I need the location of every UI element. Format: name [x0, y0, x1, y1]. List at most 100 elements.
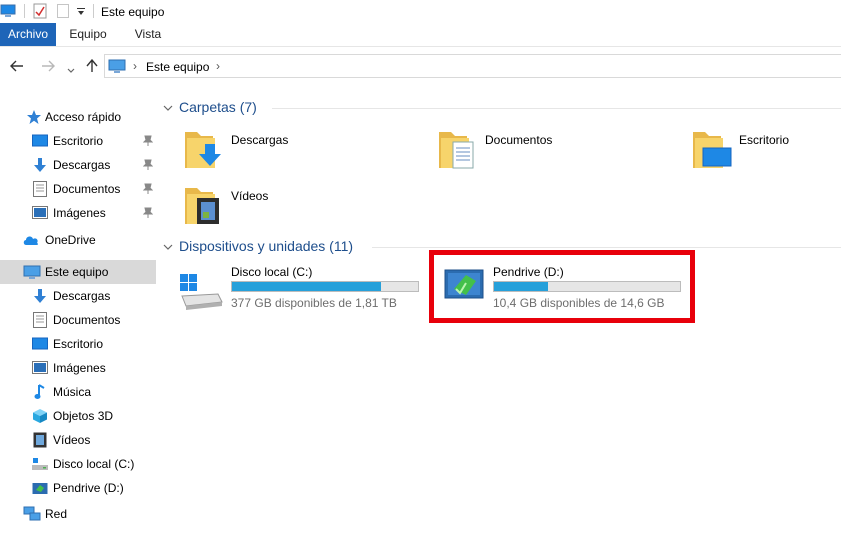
- sidebar-item-imagenes-pinned[interactable]: Imágenes: [0, 201, 156, 225]
- sidebar-item-label: Música: [53, 385, 92, 399]
- sidebar-item-label: Vídeos: [53, 433, 91, 447]
- sidebar-item-label: Pendrive (D:): [53, 481, 124, 495]
- sidebar-item-videos[interactable]: Vídeos: [0, 428, 156, 452]
- videos-folder-icon: [183, 182, 225, 229]
- breadcrumb-chevron-icon[interactable]: ›: [216, 59, 220, 73]
- sidebar-item-label: Descargas: [53, 289, 111, 303]
- folder-tile-documentos[interactable]: Documentos: [437, 124, 677, 174]
- sidebar-item-onedrive[interactable]: OneDrive: [0, 228, 156, 252]
- usb-drive-icon: [444, 265, 484, 304]
- sidebar-item-objetos-3d[interactable]: Objetos 3D: [0, 404, 156, 428]
- pin-icon[interactable]: [142, 159, 154, 171]
- usb-drive-icon: [32, 481, 48, 497]
- folder-tile-videos[interactable]: Vídeos: [183, 180, 423, 230]
- drive-usage-bar: [493, 281, 681, 292]
- up-arrow-icon[interactable]: [86, 58, 98, 76]
- computer-icon: [108, 59, 126, 76]
- drive-label: Disco local (C:): [231, 265, 313, 279]
- back-arrow-icon[interactable]: [10, 60, 24, 75]
- breadcrumb-este-equipo[interactable]: Este equipo: [146, 60, 209, 74]
- recent-locations-chevron-icon[interactable]: [67, 63, 75, 77]
- video-film-icon: [33, 432, 49, 448]
- desktop-icon: [32, 337, 48, 353]
- devices-group-title: Dispositivos y unidades (11): [179, 238, 354, 254]
- computer-icon[interactable]: [0, 4, 16, 21]
- sidebar-item-descargas[interactable]: Descargas: [0, 284, 156, 308]
- sidebar-item-label: OneDrive: [45, 233, 96, 247]
- download-arrow-icon: [32, 157, 48, 173]
- forward-arrow-icon[interactable]: [41, 60, 55, 75]
- sidebar-item-documentos-pinned[interactable]: Documentos: [0, 177, 156, 201]
- desktop-icon: [32, 134, 48, 150]
- drive-tile-disco-local[interactable]: Disco local (C:) 377 GB disponibles de 1…: [178, 262, 426, 312]
- tab-equipo[interactable]: Equipo: [60, 23, 116, 46]
- star-icon: [26, 109, 42, 125]
- download-arrow-icon: [32, 288, 48, 304]
- sidebar-item-escritorio-pinned[interactable]: Escritorio: [0, 129, 156, 153]
- separator: [93, 4, 94, 18]
- sidebar-item-imagenes[interactable]: Imágenes: [0, 356, 156, 380]
- tab-archivo[interactable]: Archivo: [0, 23, 56, 46]
- folder-tile-descargas[interactable]: Descargas: [183, 124, 423, 174]
- drive-usage-fill: [232, 282, 381, 291]
- desktop-folder-icon: [691, 126, 733, 173]
- devices-group-header[interactable]: Dispositivos y unidades (11): [163, 238, 353, 254]
- drive-usage-fill: [494, 282, 548, 291]
- folder-label: Vídeos: [231, 189, 269, 203]
- sidebar-item-label: Acceso rápido: [45, 110, 122, 124]
- sidebar-item-descargas-pinned[interactable]: Descargas: [0, 153, 156, 177]
- documents-folder-icon: [437, 126, 479, 173]
- customize-toolbar-chevron-icon[interactable]: [76, 6, 86, 20]
- pictures-icon: [32, 206, 48, 222]
- sidebar-item-label: Este equipo: [45, 265, 109, 279]
- sidebar-item-label: Escritorio: [53, 337, 104, 351]
- sidebar-item-label: Imágenes: [53, 206, 106, 220]
- properties-check-icon[interactable]: [33, 3, 47, 22]
- document-icon: [33, 312, 49, 328]
- new-folder-icon[interactable]: [57, 4, 69, 21]
- sidebar-item-pendrive[interactable]: Pendrive (D:): [0, 476, 156, 500]
- sidebar-item-label: Disco local (C:): [53, 457, 135, 471]
- address-bar[interactable]: › Este equipo ›: [104, 54, 841, 78]
- folder-label: Descargas: [231, 133, 289, 147]
- folders-group-header[interactable]: Carpetas (7): [163, 99, 257, 115]
- sidebar-item-label: Documentos: [53, 313, 121, 327]
- group-divider: [272, 108, 841, 109]
- local-disk-icon: [32, 457, 48, 473]
- ribbon-tabs: Archivo Equipo Vista: [0, 23, 841, 47]
- tab-vista[interactable]: Vista: [124, 23, 172, 46]
- sidebar-item-documentos[interactable]: Documentos: [0, 308, 156, 332]
- collapse-chevron-icon[interactable]: [163, 99, 173, 115]
- cloud-icon: [22, 234, 39, 250]
- title-bar: Este equipo: [0, 0, 841, 22]
- sidebar-item-label: Objetos 3D: [53, 409, 114, 423]
- drive-tile-pendrive[interactable]: Pendrive (D:) 10,4 GB disponibles de 14,…: [441, 262, 687, 312]
- collapse-chevron-icon[interactable]: [163, 238, 173, 254]
- downloads-folder-icon: [183, 126, 225, 173]
- separator: [24, 4, 25, 18]
- folder-tile-escritorio[interactable]: Escritorio: [691, 124, 841, 174]
- sidebar-item-red[interactable]: Red: [0, 502, 156, 526]
- pin-icon[interactable]: [142, 135, 154, 147]
- sidebar-item-disco-local[interactable]: Disco local (C:): [0, 452, 156, 476]
- sidebar-item-este-equipo[interactable]: Este equipo: [0, 260, 156, 284]
- group-divider: [372, 247, 841, 248]
- sidebar-item-musica[interactable]: Música: [0, 380, 156, 404]
- pin-icon[interactable]: [142, 183, 154, 195]
- navigation-pane: Acceso rápido Escritorio Descargas Docum…: [0, 100, 158, 553]
- breadcrumb-separator-icon: ›: [133, 59, 137, 73]
- music-note-icon: [34, 384, 50, 400]
- pictures-icon: [32, 361, 48, 377]
- document-icon: [33, 181, 49, 197]
- sidebar-item-label: Descargas: [53, 158, 111, 172]
- drive-usage-bar: [231, 281, 419, 292]
- sidebar-item-escritorio[interactable]: Escritorio: [0, 332, 156, 356]
- sidebar-item-label: Documentos: [53, 182, 121, 196]
- windows-drive-icon: [178, 272, 224, 313]
- drive-label: Pendrive (D:): [493, 265, 564, 279]
- pin-icon[interactable]: [142, 207, 154, 219]
- drive-free-space: 10,4 GB disponibles de 14,6 GB: [493, 296, 665, 310]
- sidebar-item-label: Escritorio: [53, 134, 104, 148]
- sidebar-item-label: Red: [45, 507, 68, 521]
- sidebar-item-quick-access[interactable]: Acceso rápido: [0, 105, 156, 129]
